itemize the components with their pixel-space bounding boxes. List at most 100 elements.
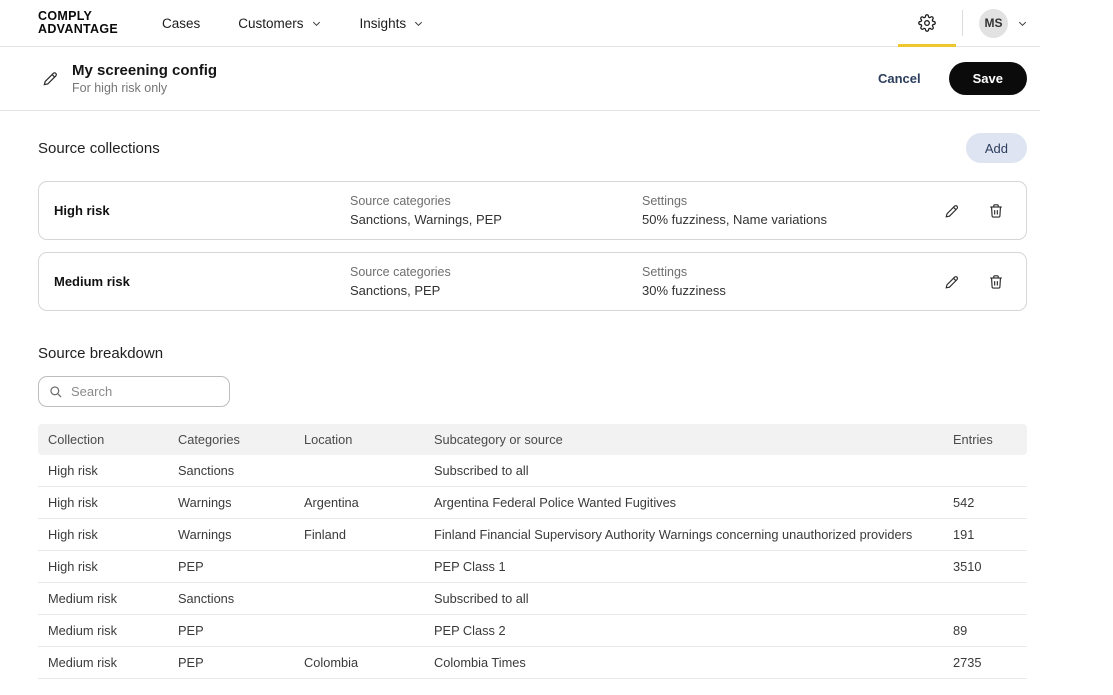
settings-nav-button[interactable] [898,0,956,46]
page-header: My screening config For high risk only C… [0,47,1040,111]
cell-subcategory: Argentina Federal Police Wanted Fugitive… [424,487,943,519]
categories-label: Source categories [350,194,642,208]
column-header-categories: Categories [168,424,294,455]
avatar: MS [979,9,1008,38]
cell-subcategory: Colombia Times [424,647,943,679]
delete-collection-button[interactable] [986,272,1006,292]
cell-entries: 191 [943,519,1027,551]
nav-divider [962,10,963,36]
source-breakdown-heading: Source breakdown [38,345,1027,362]
collection-name: Medium risk [54,274,350,289]
cell-collection: High risk [38,551,168,583]
nav-item-label: Cases [162,16,200,31]
cell-location: Argentina [294,487,424,519]
edit-collection-button[interactable] [942,272,962,292]
cell-entries [943,455,1027,487]
title-block: My screening config For high risk only [72,62,217,95]
settings-value: 50% fuzziness, Name variations [642,212,942,227]
source-breakdown-table: Collection Categories Location Subcatego… [38,424,1027,679]
brand-logo[interactable]: COMPLY ADVANTAGE [38,10,118,37]
table-body: High risk Sanctions Subscribed to all Hi… [38,455,1027,679]
source-collections-header-row: Source collections Add [38,133,1027,163]
cell-collection: High risk [38,487,168,519]
table-head: Collection Categories Location Subcatego… [38,424,1027,455]
cell-entries: 2735 [943,647,1027,679]
header-actions: Cancel Save [878,62,1027,95]
table-header-row: Collection Categories Location Subcatego… [38,424,1027,455]
add-collection-button[interactable]: Add [966,133,1027,163]
cell-location [294,583,424,615]
collection-actions [942,201,1006,221]
chevron-down-icon [311,18,322,29]
nav-item-cases[interactable]: Cases [162,16,200,31]
search-input[interactable] [71,384,219,399]
settings-label: Settings [642,265,942,279]
chevron-down-icon [413,18,424,29]
settings-label: Settings [642,194,942,208]
cell-entries: 3510 [943,551,1027,583]
app-frame: COMPLY ADVANTAGE Cases Customers Insight… [0,0,1040,679]
nav-item-label: Insights [360,16,407,31]
nav-right: MS [898,0,1028,46]
settings-value: 30% fuzziness [642,283,942,298]
categories-label: Source categories [350,265,642,279]
cell-collection: Medium risk [38,615,168,647]
search-box [38,376,230,407]
chevron-down-icon [1017,18,1028,29]
user-menu[interactable]: MS [979,9,1028,38]
categories-value: Sanctions, PEP [350,283,642,298]
table-row: High risk Warnings Argentina Argentina F… [38,487,1027,519]
cell-collection: High risk [38,455,168,487]
cell-subcategory: Subscribed to all [424,455,943,487]
gear-icon [918,14,936,32]
brand-line2: ADVANTAGE [38,23,118,37]
delete-collection-button[interactable] [986,201,1006,221]
collection-card-high-risk: High risk Source categories Sanctions, W… [38,181,1027,240]
cell-categories: Sanctions [168,583,294,615]
pencil-icon [944,274,960,290]
nav-item-insights[interactable]: Insights [360,16,425,31]
table-row: Medium risk PEP Colombia Colombia Times … [38,647,1027,679]
table-row: High risk Warnings Finland Finland Finan… [38,519,1027,551]
column-header-location: Location [294,424,424,455]
cell-collection: Medium risk [38,583,168,615]
cell-categories: PEP [168,647,294,679]
cell-subcategory: PEP Class 1 [424,551,943,583]
table-row: Medium risk Sanctions Subscribed to all [38,583,1027,615]
source-collections-heading: Source collections [38,140,160,157]
collection-settings: Settings 30% fuzziness [642,265,942,298]
pencil-icon [944,203,960,219]
cell-entries: 89 [943,615,1027,647]
page-content: Source collections Add High risk Source … [0,133,1040,679]
nav-links: Cases Customers Insights [162,16,424,31]
column-header-entries: Entries [943,424,1027,455]
cell-entries [943,583,1027,615]
table-row: High risk PEP PEP Class 1 3510 [38,551,1027,583]
cell-subcategory: Finland Financial Supervisory Authority … [424,519,943,551]
cell-categories: Warnings [168,519,294,551]
collection-name: High risk [54,203,350,218]
cell-categories: PEP [168,551,294,583]
edit-collection-button[interactable] [942,201,962,221]
search-icon [49,385,63,399]
table-row: Medium risk PEP PEP Class 2 89 [38,615,1027,647]
cell-categories: Warnings [168,487,294,519]
save-button[interactable]: Save [949,62,1027,95]
collection-categories: Source categories Sanctions, Warnings, P… [350,194,642,227]
categories-value: Sanctions, Warnings, PEP [350,212,642,227]
page-subtitle: For high risk only [72,81,217,95]
nav-item-customers[interactable]: Customers [238,16,321,31]
cell-location [294,455,424,487]
cancel-button[interactable]: Cancel [878,71,921,86]
cell-subcategory: PEP Class 2 [424,615,943,647]
cell-location [294,551,424,583]
active-tab-indicator [898,44,956,47]
edit-title-pencil-icon[interactable] [42,70,59,87]
page-title: My screening config [72,62,217,79]
column-header-subcategory: Subcategory or source [424,424,943,455]
cell-location: Colombia [294,647,424,679]
collection-card-medium-risk: Medium risk Source categories Sanctions,… [38,252,1027,311]
nav-item-label: Customers [238,16,303,31]
collection-actions [942,272,1006,292]
trash-icon [988,274,1004,290]
